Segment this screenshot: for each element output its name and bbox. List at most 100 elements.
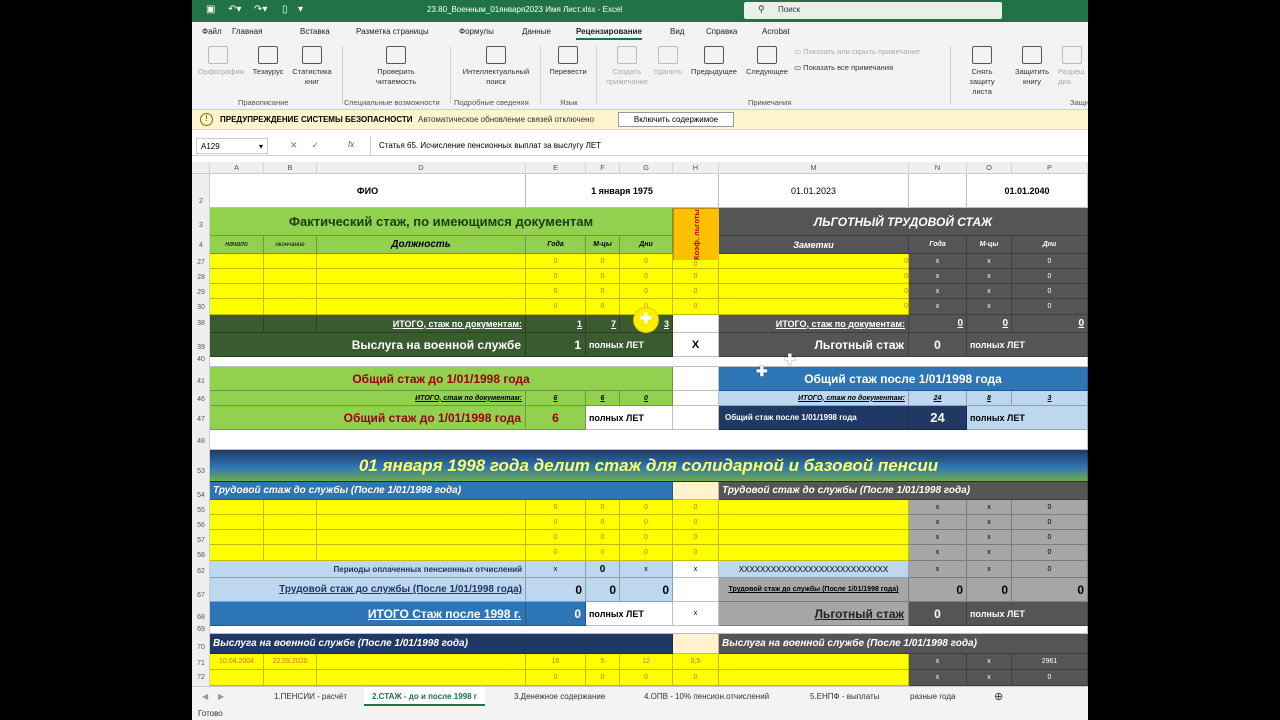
undo-icon[interactable]: ↶▾ xyxy=(228,4,241,15)
cell[interactable]: 5 xyxy=(586,654,620,670)
cell[interactable]: 0 xyxy=(673,530,719,545)
add-sheet-icon[interactable]: ⊕ xyxy=(994,690,1003,703)
cell[interactable]: x xyxy=(909,500,967,515)
workbook-stats-button[interactable]: Статистика книг xyxy=(288,46,336,87)
cell[interactable]: x xyxy=(673,602,719,626)
col-header[interactable]: D xyxy=(317,163,526,174)
cell[interactable]: 0 xyxy=(1012,284,1088,299)
cell[interactable] xyxy=(317,654,526,670)
cell[interactable]: 2961 xyxy=(1012,654,1088,670)
obsh-posle-title[interactable]: Общий стаж после 1/01/1998 года xyxy=(719,367,1088,391)
col-header[interactable]: F xyxy=(586,163,620,174)
cell[interactable]: 0 xyxy=(526,545,586,561)
row-header[interactable]: 41 xyxy=(192,378,210,385)
cell[interactable]: полных ЛЕТ xyxy=(967,602,1088,626)
search-box[interactable]: ⚲ Поиск xyxy=(744,2,1002,19)
row-header[interactable]: 68 xyxy=(192,614,210,621)
itogo-docs-label[interactable]: ИТОГО, стаж по документам: xyxy=(317,315,526,333)
cell[interactable]: 0 xyxy=(967,578,1012,602)
obsh-posle-value[interactable]: 24 xyxy=(909,406,967,430)
cell[interactable]: полных ЛЕТ xyxy=(967,333,1088,357)
cell[interactable]: 0 xyxy=(1012,269,1088,284)
xxx-cell[interactable]: XXXXXXXXXXXXXXXXXXXXXXXXXXXX xyxy=(719,561,909,578)
periods-label[interactable]: Периоды оплаченных пенсионных отчислений xyxy=(210,561,526,578)
cell[interactable] xyxy=(719,545,909,561)
cell[interactable] xyxy=(673,482,719,500)
protect-workbook-button[interactable]: Защитить книгу xyxy=(1010,46,1054,87)
new-comment-button[interactable]: Создать примечание xyxy=(600,46,654,87)
row-header[interactable]: 3 xyxy=(192,222,210,229)
cell[interactable]: 0 xyxy=(526,578,586,602)
cell[interactable]: 0 xyxy=(1012,670,1088,686)
obsh-posle-label[interactable]: Общий стаж после 1/01/1998 года xyxy=(719,406,909,430)
sheet-tab-denezhnoe[interactable]: 3.Денежное содержание xyxy=(514,692,605,701)
itogo-months[interactable]: 7 xyxy=(586,315,620,333)
row-header[interactable]: 53 xyxy=(192,468,210,475)
tab-file[interactable]: Файл xyxy=(202,27,222,36)
row-header[interactable]: 28 xyxy=(192,274,210,281)
cell[interactable]: 0 xyxy=(1012,530,1088,545)
cell[interactable] xyxy=(210,430,1088,450)
sheet-tab-raznye[interactable]: разные года xyxy=(910,692,955,701)
cell[interactable] xyxy=(264,500,317,515)
cell[interactable]: x xyxy=(909,254,967,269)
cell[interactable] xyxy=(317,254,526,269)
show-hide-comment-button[interactable]: ▭ Показать или скрыть примечание xyxy=(794,47,944,57)
row-header[interactable]: 72 xyxy=(192,674,210,681)
row-header[interactable]: 62 xyxy=(192,568,210,575)
cell[interactable] xyxy=(673,367,719,391)
cell[interactable]: x xyxy=(909,299,967,315)
cell[interactable]: 6 xyxy=(586,391,620,406)
cell[interactable] xyxy=(264,515,317,530)
cell[interactable]: 0 xyxy=(586,515,620,530)
col-header[interactable]: H xyxy=(673,163,719,174)
cell[interactable]: x xyxy=(909,269,967,284)
header-years-right[interactable]: Года xyxy=(909,236,967,254)
col-header[interactable]: G xyxy=(620,163,673,174)
cell[interactable]: 0 xyxy=(526,254,586,269)
row-header[interactable]: 48 xyxy=(192,438,210,445)
obsh-do-title[interactable]: Общий стаж до 1/01/1998 года xyxy=(210,367,673,391)
cell[interactable]: 0 xyxy=(586,284,620,299)
cell[interactable]: 0 xyxy=(620,284,673,299)
scroll-right-icon[interactable]: ▶ xyxy=(218,692,224,701)
row-header[interactable]: 4 xyxy=(192,242,210,249)
cell[interactable]: 0 xyxy=(673,545,719,561)
cell[interactable]: 0 xyxy=(673,260,719,269)
header-notes[interactable]: Заметки xyxy=(719,236,909,254)
cell[interactable] xyxy=(210,626,1088,634)
cell[interactable]: 0 xyxy=(526,284,586,299)
trud-do-total-label[interactable]: Трудовой стаж до службы (После 1/01/1998… xyxy=(210,578,526,602)
cell[interactable]: ИТОГО, стаж по документам: xyxy=(719,391,909,406)
banner-1998[interactable]: 01 января 1998 года делит стаж для солид… xyxy=(210,450,1088,482)
col-header[interactable]: O xyxy=(967,163,1012,174)
military-service-label[interactable]: Выслуга на военной службе xyxy=(210,333,526,357)
previous-comment-button[interactable]: Предыдущее xyxy=(686,46,742,77)
cell[interactable]: 0 xyxy=(673,515,719,530)
cell[interactable]: 0 xyxy=(620,500,673,515)
cell[interactable]: 0,5 xyxy=(673,654,719,670)
col-header[interactable]: P xyxy=(1012,163,1088,174)
check-accessibility-button[interactable]: Проверить читаемость xyxy=(364,46,428,87)
mil-after-left-title[interactable]: Выслуга на военной службе (После 1/01/19… xyxy=(210,634,673,654)
cell[interactable]: x xyxy=(967,254,1012,269)
cell[interactable] xyxy=(264,254,317,269)
translate-button[interactable]: Перевести xyxy=(544,46,592,77)
cell[interactable] xyxy=(317,670,526,686)
cell[interactable]: 0 xyxy=(620,269,673,284)
cancel-icon[interactable]: ✕ xyxy=(290,140,312,150)
cell[interactable]: x xyxy=(526,561,586,578)
row-header[interactable]: 56 xyxy=(192,522,210,529)
cell[interactable]: x xyxy=(909,670,967,686)
delete-comment-button[interactable]: Удалить xyxy=(648,46,688,77)
row-header[interactable]: 67 xyxy=(192,592,210,599)
tab-view[interactable]: Вид xyxy=(670,27,684,36)
trud-do-left-title[interactable]: Трудовой стаж до службы (После 1/01/1998… xyxy=(210,482,673,500)
cell[interactable]: 0 xyxy=(673,500,719,515)
cell[interactable] xyxy=(317,269,526,284)
cell[interactable]: x xyxy=(909,515,967,530)
cell[interactable] xyxy=(210,545,264,561)
cell[interactable] xyxy=(317,515,526,530)
cell[interactable]: 0 xyxy=(1012,545,1088,561)
cell[interactable]: x xyxy=(620,561,673,578)
